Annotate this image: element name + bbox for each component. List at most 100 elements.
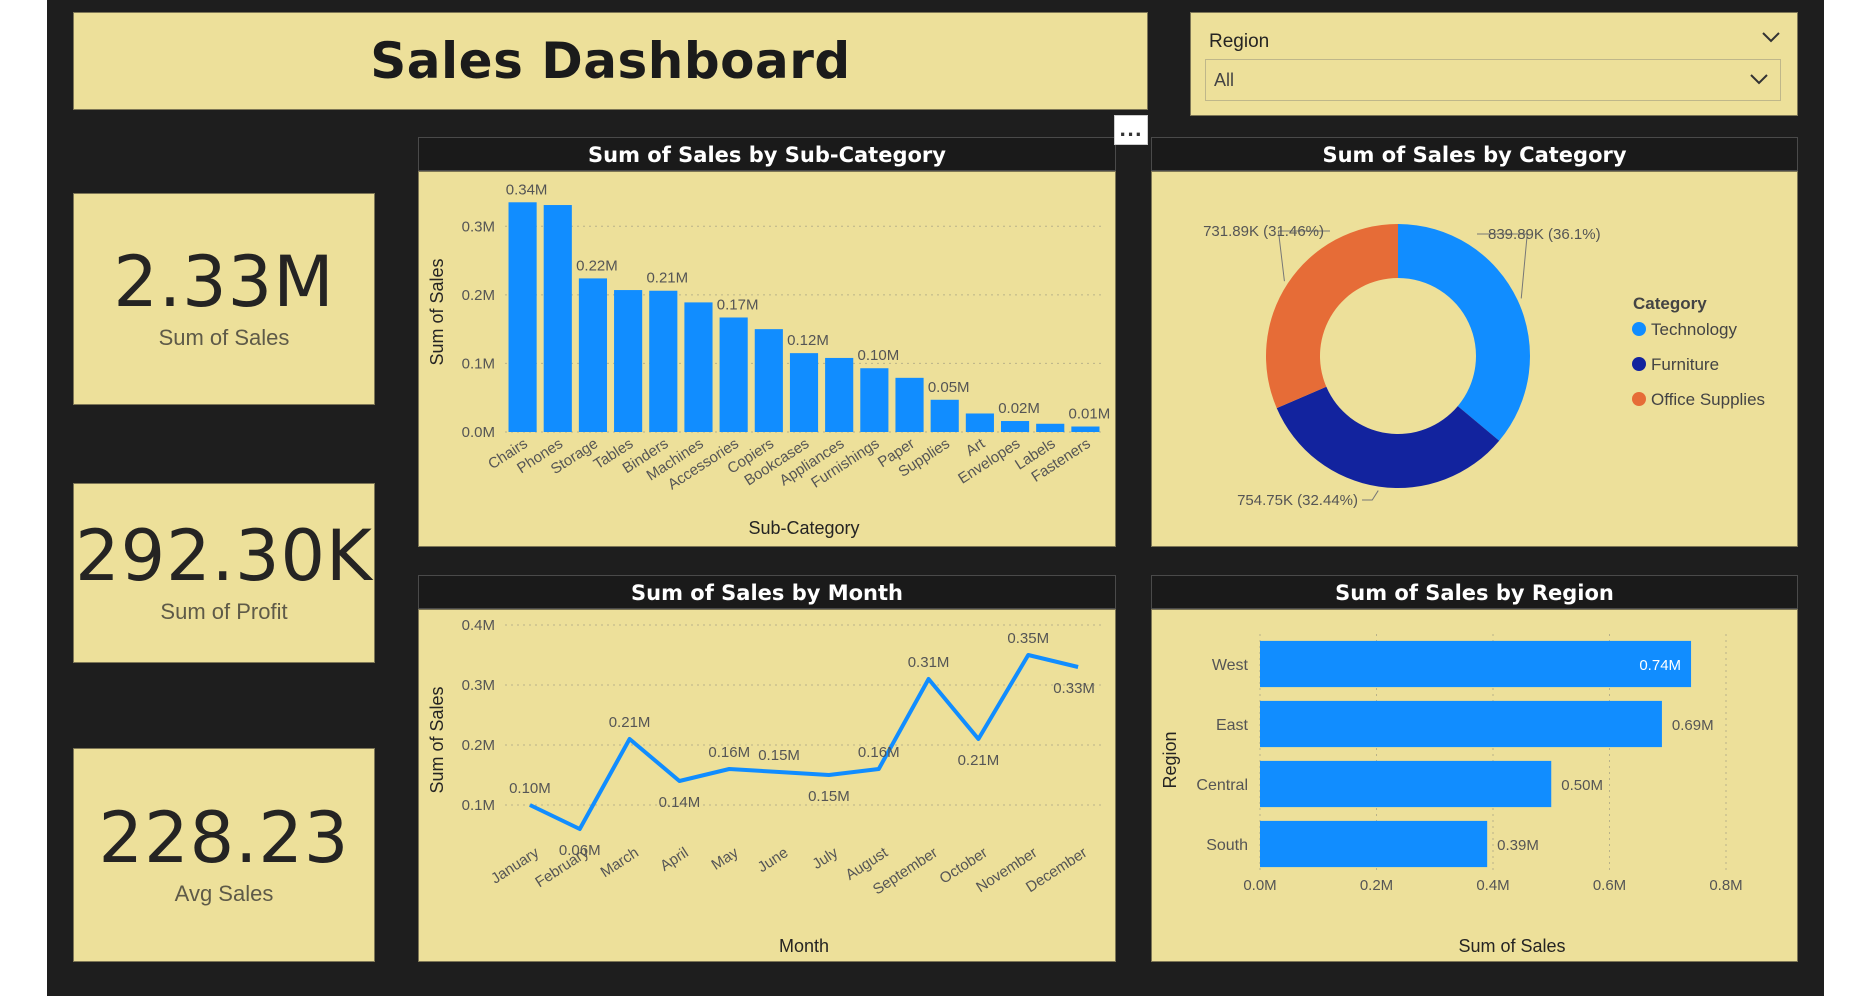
region-slicer[interactable]: Region All	[1190, 12, 1798, 116]
bar	[1036, 423, 1065, 432]
x-tick-label: July	[809, 844, 841, 873]
bar	[860, 368, 889, 432]
region-bar-chart[interactable]: 0.0M 0.2M 0.4M 0.6M 0.8M West 0.74M East 0.69M Ce…	[1152, 610, 1797, 961]
bar	[825, 357, 854, 432]
more-options-button[interactable]: ...	[1114, 115, 1148, 145]
x-tick-label: June	[755, 844, 792, 876]
bar	[930, 399, 959, 432]
x-tick-label: 0.8M	[1709, 877, 1742, 894]
bar	[1260, 820, 1488, 868]
y-axis-title: Sum of Sales	[427, 258, 447, 365]
kpi-card-sales[interactable]: 2.33M Sum of Sales	[73, 193, 375, 405]
data-label: 0.69M	[1672, 717, 1714, 734]
bar	[649, 290, 678, 432]
y-tick-label: Central	[1196, 777, 1248, 794]
x-tick-label: 0.6M	[1593, 877, 1626, 894]
x-tick-label: 0.0M	[1243, 877, 1276, 894]
leader-line	[1362, 490, 1379, 501]
y-tick-label: 0.4M	[462, 617, 495, 634]
region-dropdown-value: All	[1214, 70, 1235, 90]
legend-marker	[1632, 322, 1646, 336]
legend-label: Office Supplies	[1651, 390, 1765, 409]
report-canvas: Sales Dashboard Region All 2.33M Sum of …	[47, 0, 1824, 996]
kpi-card-profit[interactable]: 292.30K Sum of Profit	[73, 483, 375, 663]
region-chart-title: Sum of Sales by Region	[1151, 575, 1798, 609]
subcategory-chart-title: Sum of Sales by Sub-Category	[418, 137, 1116, 171]
data-label: 0.16M	[708, 744, 750, 761]
bar	[684, 302, 713, 432]
data-label: 0.74M	[1639, 657, 1681, 674]
bar	[508, 202, 537, 432]
month-line-chart[interactable]: 0.1M0.2M0.3M0.4M0.10MJanuary 0.06MFebruar…	[419, 610, 1115, 961]
x-axis-title: Month	[779, 936, 829, 956]
y-axis-title: Region	[1160, 731, 1180, 788]
y-axis-title: Sum of Sales	[427, 686, 447, 793]
category-chart-title: Sum of Sales by Category	[1151, 137, 1798, 171]
bar	[1071, 426, 1100, 432]
bar	[543, 205, 572, 432]
data-label: 0.01M	[1069, 406, 1111, 423]
y-tick-label: 0.0M	[462, 424, 495, 441]
data-label: 0.31M	[908, 654, 950, 671]
bar	[895, 377, 924, 432]
bar	[1260, 640, 1692, 688]
x-axis-title: Sum of Sales	[1458, 936, 1565, 956]
data-label: 0.12M	[787, 332, 829, 349]
data-label: 0.10M	[858, 347, 900, 364]
category-donut-chart[interactable]: 839.89K (36.1%) 754.75K (32.44%) 731.89K (…	[1152, 172, 1797, 546]
slicer-label: Region	[1209, 31, 1270, 52]
data-label: 754.75K (32.44%)	[1237, 492, 1358, 509]
data-label: 731.89K (31.46%)	[1203, 223, 1324, 240]
kpi-value: 2.33M	[113, 241, 335, 323]
legend-marker	[1632, 357, 1646, 371]
x-tick-label: 0.2M	[1360, 877, 1393, 894]
x-axis-title: Sub-Category	[748, 518, 859, 538]
kpi-value: 228.23	[98, 797, 350, 879]
y-tick-label: South	[1206, 837, 1248, 854]
legend-label: Furniture	[1651, 355, 1719, 374]
legend-title: Category	[1633, 294, 1707, 313]
subcategory-chart[interactable]: 0.0M 0.1M 0.2M 0.3M 0.34M Chairs Phones 0.22M St…	[418, 171, 1116, 547]
legend-label: Technology	[1651, 320, 1738, 339]
data-label: 0.21M	[958, 752, 1000, 769]
x-tick-label: 0.4M	[1476, 877, 1509, 894]
chevron-down-icon[interactable]	[1759, 27, 1783, 47]
bar	[1000, 421, 1030, 432]
dropdown-chevron-icon[interactable]	[1748, 70, 1770, 88]
x-tick-label: May	[708, 844, 741, 874]
data-label: 0.34M	[506, 181, 548, 198]
month-chart-title: Sum of Sales by Month	[418, 575, 1116, 609]
category-chart[interactable]: 839.89K (36.1%) 754.75K (32.44%) 731.89K (…	[1151, 171, 1798, 547]
subcategory-bar-chart[interactable]: 0.0M0.1M0.2M0.3M0.34MChairsPhones0.22MSt…	[419, 172, 1115, 546]
y-tick-label: 0.2M	[462, 287, 495, 304]
bar	[965, 413, 994, 432]
kpi-label: Sum of Sales	[158, 325, 290, 350]
y-tick-label: 0.3M	[462, 677, 495, 694]
y-tick-label: 0.2M	[462, 737, 495, 754]
kpi-value: 292.30K	[75, 515, 373, 597]
bar	[1260, 760, 1552, 808]
region-chart[interactable]: 0.0M 0.2M 0.4M 0.6M 0.8M West 0.74M East 0.69M Ce…	[1151, 609, 1798, 962]
donut-slice	[1266, 224, 1398, 409]
kpi-card-avg-sales[interactable]: 228.23 Avg Sales	[73, 748, 375, 962]
bar	[789, 353, 819, 432]
data-label: 0.15M	[758, 747, 800, 764]
month-chart[interactable]: 0.1M 0.2M 0.3M 0.4M 0.10M January 0.06M Februar…	[418, 609, 1116, 962]
bar	[754, 329, 783, 432]
bar	[1260, 700, 1662, 748]
data-label: 839.89K (36.1%)	[1488, 226, 1601, 243]
region-dropdown[interactable]: All	[1205, 59, 1781, 101]
y-tick-label: East	[1216, 717, 1249, 734]
data-label: 0.39M	[1497, 837, 1539, 854]
bar	[614, 290, 643, 432]
data-label: 0.02M	[998, 400, 1040, 417]
kpi-label: Avg Sales	[174, 881, 274, 906]
y-tick-label: 0.3M	[462, 218, 495, 235]
kpi-label: Sum of Profit	[160, 599, 288, 624]
data-label: 0.15M	[808, 788, 850, 805]
title-panel: Sales Dashboard	[73, 12, 1148, 110]
data-label: 0.35M	[1007, 630, 1049, 647]
data-label: 0.33M	[1053, 680, 1095, 697]
y-tick-label: 0.1M	[462, 355, 495, 372]
legend-marker	[1632, 392, 1646, 406]
